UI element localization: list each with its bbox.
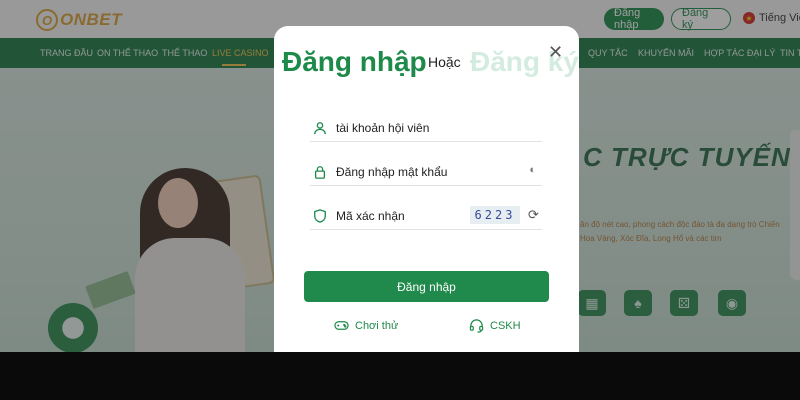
headset-icon (469, 319, 484, 333)
gamepad-icon (334, 321, 349, 330)
shield-icon (310, 208, 330, 223)
or-label: Hoặc (428, 54, 461, 70)
close-icon[interactable]: ✕ (548, 42, 563, 63)
support-label: CSKH (490, 319, 521, 332)
username-input[interactable]: tài khoản hội viên (336, 121, 429, 135)
trial-play-link[interactable]: Chơi thử (334, 318, 398, 333)
eye-hidden-icon[interactable]: ◐ (529, 164, 536, 176)
password-input[interactable]: Đăng nhập mật khẩu (336, 165, 447, 179)
password-field[interactable]: Đăng nhập mật khẩu ◐ (310, 158, 542, 186)
trial-play-label: Chơi thử (355, 319, 399, 332)
letterbox-bar (0, 352, 800, 400)
username-field[interactable]: tài khoản hội viên (310, 114, 542, 142)
captcha-input[interactable]: Mã xác nhận (336, 209, 405, 223)
support-link[interactable]: CSKH (469, 318, 521, 333)
login-modal: Đăng nhập Hoặc Đăng ký ✕ tài khoản hội v… (274, 26, 579, 352)
captcha-field[interactable]: Mã xác nhận 6223 ⟳ (310, 202, 542, 230)
captcha-image: 6223 (470, 206, 520, 224)
tab-login[interactable]: Đăng nhập (282, 46, 427, 78)
page: O ONBET Đăng nhập Đăng ký ★ Tiếng Việt T… (0, 0, 800, 352)
login-submit-button[interactable]: Đăng nhập (304, 271, 549, 302)
lock-icon (310, 165, 330, 179)
user-icon (310, 121, 330, 135)
refresh-icon[interactable]: ⟳ (528, 207, 539, 223)
